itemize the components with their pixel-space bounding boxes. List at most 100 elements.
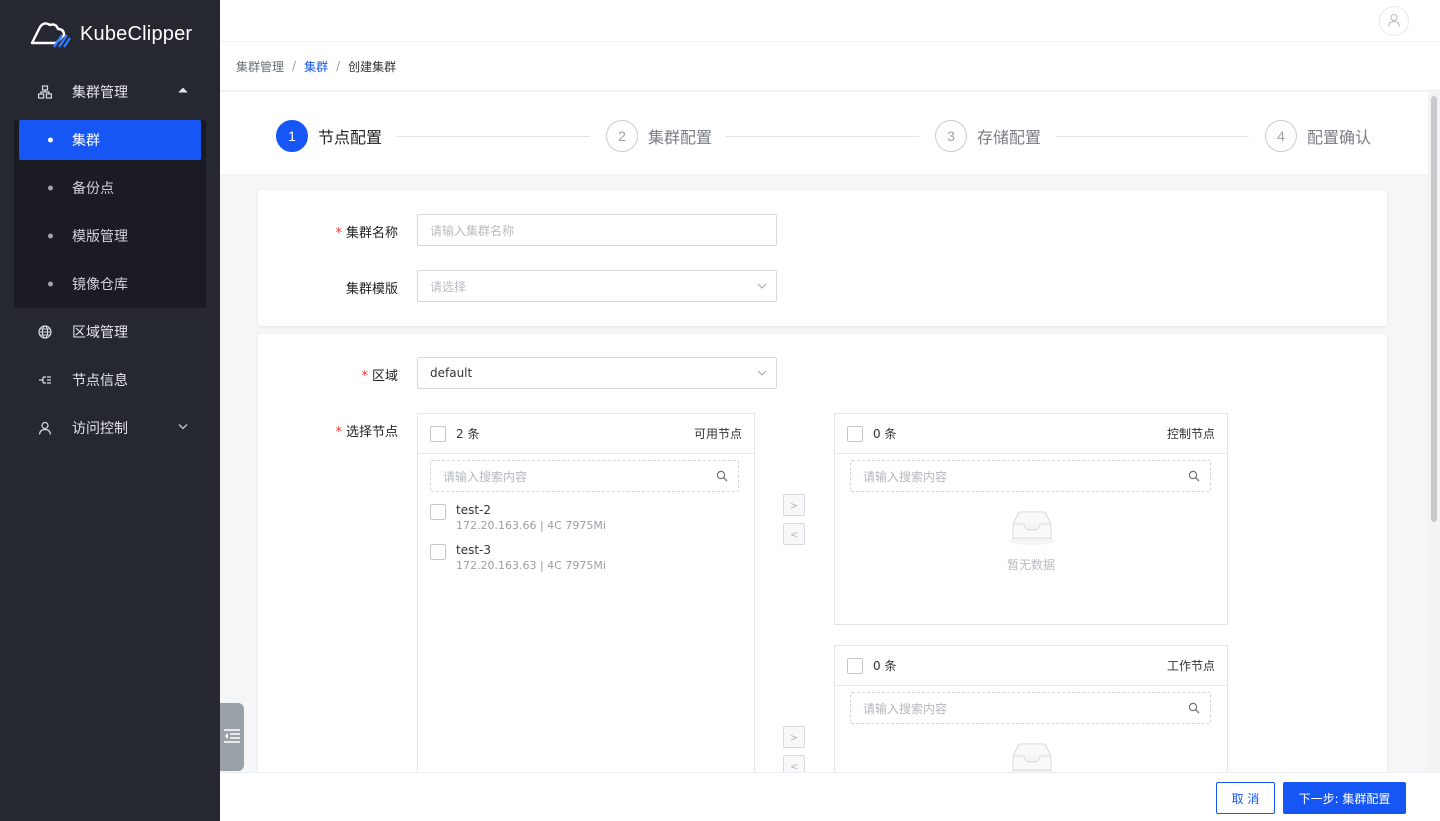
node-name: test-3	[456, 543, 492, 557]
sidebar-item-label: 节点信息	[72, 373, 128, 389]
control-count: 0 条	[873, 427, 897, 441]
worker-count: 0 条	[873, 659, 897, 673]
select-nodes-label: * 选择节点	[258, 421, 398, 440]
select-all-checkbox[interactable]	[430, 425, 446, 442]
empty-inbox-icon	[1007, 508, 1057, 550]
breadcrumb-cluster-link[interactable]: 集群	[304, 58, 328, 75]
step-label: 集群配置	[648, 128, 713, 147]
sidebar-item-cluster-management[interactable]: 集群管理	[0, 68, 220, 116]
cluster-template-select[interactable]: 请选择	[417, 270, 777, 302]
step-label: 节点配置	[318, 128, 383, 147]
move-to-control-button[interactable]: >	[783, 494, 805, 516]
breadcrumb-separator: /	[292, 59, 297, 73]
bullet-icon	[48, 185, 53, 191]
required-mark: *	[335, 226, 342, 241]
required-mark: *	[335, 425, 342, 440]
step-number: 1	[276, 120, 308, 152]
basic-info-card: * 集群名称 请输入集群名称 集群模版 请选择	[258, 190, 1387, 326]
sidebar-item-template-management[interactable]: 模版管理	[14, 212, 206, 260]
available-title: 可用节点	[693, 427, 742, 441]
region-label: * 区域	[258, 365, 398, 384]
step-connector	[726, 136, 919, 137]
select-nodes-label-text: 选择节点	[345, 425, 398, 440]
sidebar-subitem-label: 备份点	[72, 181, 114, 197]
step-number: 4	[1265, 120, 1297, 152]
sidebar-item-backup-point[interactable]: 备份点	[14, 164, 206, 212]
node-icon	[38, 373, 52, 387]
available-count: 2 条	[456, 427, 480, 441]
scrollbar-thumb[interactable]	[1431, 96, 1437, 522]
list-item[interactable]: test-3 172.20.163.63 | 4C 7975Mi	[430, 542, 606, 574]
sidebar-item-access-control[interactable]: 访问控制	[0, 404, 220, 452]
control-title: 控制节点	[1166, 427, 1215, 441]
sidebar-item-label: 集群管理	[72, 85, 128, 101]
node-checkbox[interactable]	[430, 504, 446, 520]
control-nodes-panel: 0 条 控制节点 请输入搜索内容 暂无数据	[834, 413, 1228, 625]
user-avatar-icon	[1387, 12, 1401, 31]
sidebar: KubeClipper 集群管理 集群 备份点 模版管理 镜像仓库 区域管理 节…	[0, 0, 220, 821]
top-bar	[220, 0, 1440, 41]
sidebar-item-node-info[interactable]: 节点信息	[0, 356, 220, 404]
sidebar-item-image-registry[interactable]: 镜像仓库	[14, 260, 206, 308]
breadcrumb-current: 创建集群	[348, 59, 397, 74]
logo[interactable]: KubeClipper	[0, 0, 220, 68]
cluster-name-label-text: 集群名称	[345, 226, 398, 241]
chevron-down-icon	[757, 280, 767, 289]
breadcrumb-root[interactable]: 集群管理	[236, 58, 284, 75]
node-name: test-2	[456, 503, 492, 517]
cluster-name-input[interactable]: 请输入集群名称	[417, 214, 777, 246]
cluster-name-label: * 集群名称	[258, 222, 398, 241]
bullet-icon	[48, 281, 53, 287]
available-nodes-panel: 2 条 可用节点 请输入搜索内容 test-2 172.20.163.66 | …	[417, 413, 755, 813]
step-label: 存储配置	[977, 128, 1042, 147]
control-search-input[interactable]: 请输入搜索内容	[850, 460, 1211, 492]
control-nodes-header: 0 条 控制节点	[835, 414, 1227, 454]
cluster-submenu: 集群 备份点 模版管理 镜像仓库	[14, 120, 206, 308]
sidebar-item-cluster[interactable]: 集群	[19, 120, 201, 160]
search-placeholder: 请输入搜索内容	[443, 469, 528, 484]
page-scrollbar[interactable]	[1428, 92, 1440, 772]
available-nodes-header: 2 条 可用节点	[418, 414, 754, 454]
search-icon	[1188, 470, 1200, 485]
list-item[interactable]: test-2 172.20.163.66 | 4C 7975Mi	[430, 502, 606, 534]
cluster-icon	[38, 85, 52, 99]
empty-text: 暂无数据	[1006, 558, 1055, 572]
next-step-button[interactable]: 下一步: 集群配置	[1283, 782, 1406, 814]
step-number: 2	[606, 120, 638, 152]
region-select[interactable]: default	[417, 357, 777, 389]
sidebar-item-region-management[interactable]: 区域管理	[0, 308, 220, 356]
node-checkbox[interactable]	[430, 544, 446, 560]
node-detail: 172.20.163.63 | 4C 7975Mi	[456, 559, 606, 572]
breadcrumb-separator: /	[336, 59, 341, 73]
region-label-text: 区域	[371, 369, 398, 384]
step-node-config: 1 节点配置	[276, 120, 382, 152]
cluster-template-placeholder: 请选择	[430, 279, 467, 294]
step-storage-config: 3 存储配置	[935, 120, 1041, 152]
node-info: test-2 172.20.163.66 | 4C 7975Mi	[456, 502, 606, 534]
required-mark: *	[361, 369, 368, 384]
node-info: test-3 172.20.163.63 | 4C 7975Mi	[456, 542, 606, 574]
cluster-template-label-text: 集群模版	[345, 282, 398, 297]
user-avatar[interactable]	[1379, 6, 1409, 36]
search-icon	[716, 470, 728, 485]
move-from-control-button[interactable]: <	[783, 523, 805, 545]
sidebar-subitem-label: 镜像仓库	[72, 277, 128, 293]
sidebar-item-label: 访问控制	[72, 421, 128, 437]
select-all-checkbox[interactable]	[847, 425, 863, 442]
menu-fold-icon	[223, 728, 241, 747]
collapse-sidebar-button[interactable]	[220, 703, 244, 771]
cancel-button[interactable]: 取 消	[1216, 782, 1275, 814]
select-all-checkbox[interactable]	[847, 657, 863, 674]
available-search-input[interactable]: 请输入搜索内容	[430, 460, 739, 492]
cluster-template-label: 集群模版	[258, 278, 398, 297]
step-label: 配置确认	[1307, 128, 1372, 147]
globe-icon	[38, 325, 52, 339]
sidebar-item-label: 区域管理	[72, 325, 128, 341]
steps-bar: 1 节点配置 2 集群配置 3 存储配置 4 配置确认	[220, 92, 1428, 174]
chevron-down-icon	[757, 367, 767, 376]
app-name: KubeClipper	[80, 22, 193, 45]
worker-search-input[interactable]: 请输入搜索内容	[850, 692, 1211, 724]
region-value: default	[430, 366, 473, 380]
chevron-up-icon	[178, 87, 188, 98]
move-to-worker-button[interactable]: >	[783, 726, 805, 748]
